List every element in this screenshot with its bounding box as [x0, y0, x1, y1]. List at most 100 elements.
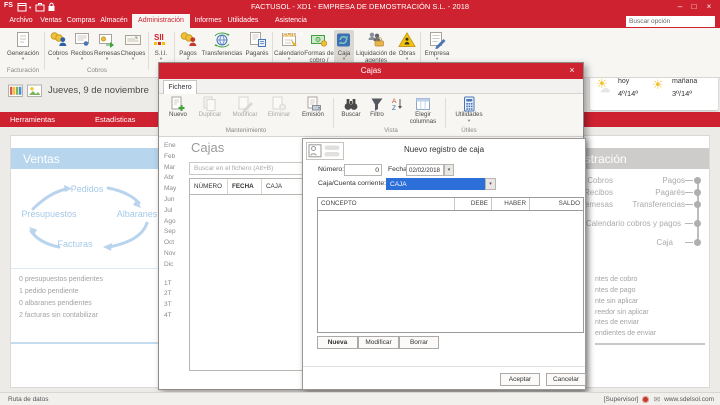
- nuevo-button[interactable]: Nuevo: [163, 96, 193, 119]
- utilidades-button[interactable]: Utilidades ▾: [449, 96, 489, 123]
- ventas-stat: 0 presupuestos pendientes: [19, 276, 103, 283]
- nav-estadisticas[interactable]: Estadísticas: [95, 115, 135, 124]
- nav-herramientas[interactable]: Herramientas: [10, 115, 55, 124]
- elegir-columnas-button[interactable]: Elegir columnas: [405, 96, 441, 126]
- tab-asistencia-tecnica[interactable]: Asistencia Técnica: [262, 14, 320, 28]
- month-item[interactable]: Dic: [164, 261, 186, 272]
- timeline-dot: [694, 220, 701, 227]
- ventas-stat: 0 albaranes pendientes: [19, 300, 92, 307]
- cancelar-button[interactable]: Cancelar: [546, 373, 586, 386]
- month-item[interactable]: Sep: [164, 228, 186, 239]
- emision-button[interactable]: Emisión: [297, 96, 329, 119]
- quarter-item[interactable]: 2T: [164, 290, 186, 301]
- month-item[interactable]: Jul: [164, 207, 186, 218]
- month-item[interactable]: Ene: [164, 142, 186, 153]
- status-right-group: [Supervisor] ✉ www.sdelsol.com: [604, 393, 714, 405]
- timeline-dot: [694, 189, 701, 196]
- tab-administracion[interactable]: Administración: [132, 14, 190, 28]
- admin-row-pagos[interactable]: Pagos: [662, 176, 685, 185]
- delete-icon: [270, 96, 288, 112]
- modificar-linea-button[interactable]: Modificar: [358, 336, 399, 349]
- month-item[interactable]: Feb: [164, 153, 186, 164]
- quarter-item[interactable]: 1T: [164, 280, 186, 291]
- ribbon-recibos-button[interactable]: Recibos ▾: [70, 30, 94, 72]
- window-title: FACTUSOL - XD1 - EMPRESA DE DEMOSTRACIÓN…: [0, 0, 720, 14]
- admin-stat: ntes de cobro: [595, 276, 637, 283]
- admin-row-calendario-cobros-pagos[interactable]: Calendario cobros y pagos: [586, 219, 681, 228]
- ventas-stat: 2 facturas sin contabilizar: [19, 312, 98, 319]
- ribbon-cobros-button[interactable]: Cobros ▾: [46, 30, 70, 72]
- minimize-button[interactable]: –: [674, 0, 686, 14]
- numero-input[interactable]: [344, 164, 382, 176]
- buscar-button[interactable]: Buscar: [337, 96, 365, 119]
- mini-photo-icon[interactable]: [27, 84, 42, 97]
- nueva-button[interactable]: Nueva: [317, 336, 358, 349]
- ribbon-cheques-button[interactable]: Cheques ▾: [120, 30, 146, 72]
- ribbon-group-cobros: Cobros: [87, 67, 107, 74]
- cuenta-combobox[interactable]: CAJA: [386, 178, 485, 190]
- status-website-link[interactable]: www.sdelsol.com: [664, 396, 714, 403]
- admin-row-recibos[interactable]: Recibos: [584, 188, 613, 197]
- admin-row-transferencias[interactable]: Transferencias: [632, 200, 685, 209]
- edit-icon: [236, 96, 254, 112]
- cycle-albaranes[interactable]: Albaranes: [117, 209, 158, 219]
- cajas-dialog-titlebar[interactable]: Cajas: [159, 63, 583, 79]
- fecha-input[interactable]: [406, 164, 444, 176]
- cuenta-dropdown-button[interactable]: ▾: [485, 178, 496, 190]
- ordenar-button[interactable]: AZ: [389, 96, 405, 112]
- tab-archivo[interactable]: Archivo: [8, 14, 34, 28]
- month-item[interactable]: Jun: [164, 196, 186, 207]
- ribbon-remesas-button[interactable]: Remesas ▾: [94, 30, 120, 72]
- quarter-item[interactable]: 4T: [164, 312, 186, 323]
- tab-utilidades[interactable]: Utilidades: [226, 14, 260, 28]
- borrar-button[interactable]: Borrar: [399, 336, 439, 349]
- fecha-dropdown-button[interactable]: ▾: [444, 164, 454, 176]
- tab-compras[interactable]: Compras: [66, 14, 96, 28]
- tab-informes[interactable]: Informes: [192, 14, 224, 28]
- quarter-item[interactable]: 3T: [164, 301, 186, 312]
- tab-ventas[interactable]: Ventas: [38, 14, 64, 28]
- admin-row-pagares[interactable]: Pagarés: [655, 188, 685, 197]
- modificar-button[interactable]: Modificar: [227, 96, 263, 119]
- dropdown-caret-icon: ▾: [422, 57, 452, 62]
- cycle-pedidos[interactable]: Pedidos: [71, 184, 104, 194]
- tab-almacen[interactable]: Almacén: [98, 14, 130, 28]
- column-numero[interactable]: NÚMERO: [190, 179, 228, 194]
- movimientos-table[interactable]: CONCEPTO DEBE HABER SALDO: [317, 197, 584, 333]
- calculator-icon: [460, 96, 478, 112]
- cajas-dialog-close-button[interactable]: ×: [566, 63, 578, 79]
- tab-fichero[interactable]: Fichero: [163, 80, 197, 94]
- dialog-title: Nuevo registro de caja: [303, 145, 585, 154]
- aceptar-button[interactable]: Aceptar: [500, 373, 540, 386]
- toolbar-label: Modificar: [227, 112, 263, 119]
- search-input[interactable]: [626, 16, 715, 27]
- app-window: FS ▾ FACTUSOL - XD1 - EMPRESA DE DEMOSTR…: [0, 0, 720, 405]
- admin-row-caja[interactable]: Caja: [657, 238, 673, 247]
- month-item[interactable]: Nov: [164, 250, 186, 261]
- month-item[interactable]: Abr: [164, 174, 186, 185]
- footer-divider: [303, 366, 585, 367]
- month-item[interactable]: May: [164, 185, 186, 196]
- duplicar-button[interactable]: Duplicar: [193, 96, 227, 119]
- envelope-icon[interactable]: ✉: [653, 396, 660, 404]
- month-item[interactable]: Oct: [164, 239, 186, 250]
- admin-row-cobros[interactable]: Cobros: [587, 176, 613, 185]
- status-user: [Supervisor]: [604, 396, 639, 403]
- filtro-button[interactable]: Filtro: [365, 96, 389, 119]
- ribbon-generacion-button[interactable]: Generación ▾: [4, 30, 42, 72]
- mini-calendar-icon[interactable]: [8, 84, 23, 97]
- cycle-facturas[interactable]: Facturas: [57, 239, 93, 249]
- eliminar-button[interactable]: Eliminar: [263, 96, 295, 119]
- close-button[interactable]: ×: [703, 0, 715, 14]
- coins-person-icon: [48, 31, 68, 49]
- cycle-presupuestos[interactable]: Presupuestos: [21, 209, 77, 219]
- timeline-dot: [694, 201, 701, 208]
- month-item[interactable]: Mar: [164, 164, 186, 175]
- weather-today-temp: 4º/14º: [618, 89, 638, 98]
- title-bar: FS ▾ FACTUSOL - XD1 - EMPRESA DE DEMOSTR…: [0, 0, 720, 14]
- month-item[interactable]: Ago: [164, 218, 186, 229]
- maximize-button[interactable]: □: [688, 0, 700, 14]
- svg-text:A: A: [392, 98, 397, 105]
- transfer-doc-icon: [97, 31, 117, 49]
- column-fecha[interactable]: FECHA: [228, 179, 262, 194]
